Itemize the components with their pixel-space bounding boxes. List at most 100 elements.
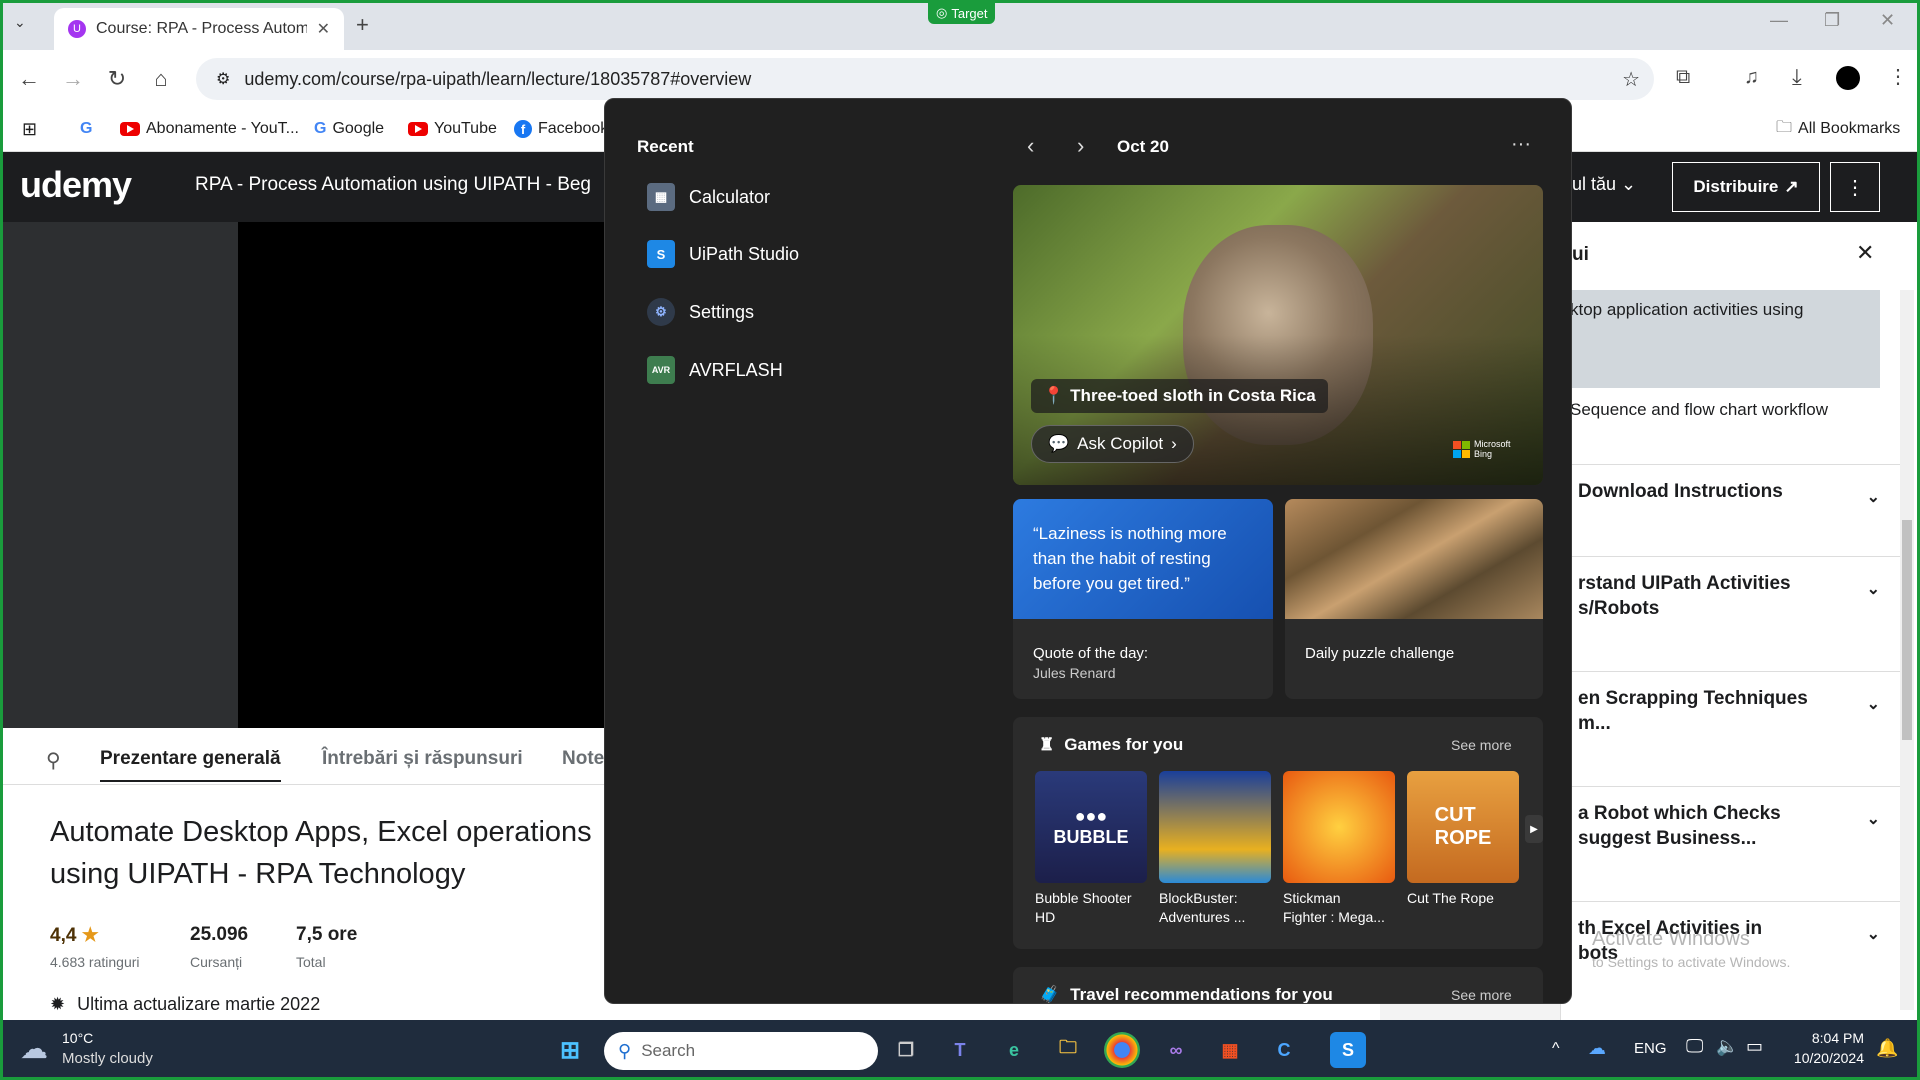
quote-card[interactable]: “Laziness is nothing more than the habit…	[1013, 499, 1273, 699]
close-window-icon[interactable]: ✕	[1880, 10, 1895, 31]
clock-time[interactable]: 8:04 PM	[1784, 1030, 1864, 1046]
sidebar-lecture-label[interactable]: Sequence and flow chart workflow	[1570, 400, 1828, 420]
last-update: ✹ Ultima actualizare martie 2022	[50, 994, 321, 1014]
recent-app-calculator[interactable]: ▦ Calculator	[647, 183, 770, 211]
next-date-icon[interactable]: ›	[1077, 133, 1084, 159]
youtube-icon	[408, 122, 428, 136]
google-icon[interactable]: G	[80, 116, 92, 142]
weather-temperature[interactable]: 10°C	[62, 1030, 93, 1046]
share-button[interactable]: Distribuire ↗	[1672, 162, 1820, 212]
minimize-icon[interactable]: —	[1770, 10, 1788, 31]
tab-qa[interactable]: Întrebări și răspunsuri	[322, 748, 523, 770]
back-icon[interactable]: ←	[14, 66, 44, 92]
taskbar-search[interactable]: ⚲ Search	[604, 1032, 878, 1070]
cloudy-weather-icon[interactable]: ☁	[20, 1032, 48, 1065]
home-icon[interactable]: ⌂	[146, 66, 176, 92]
bookmark-star-icon[interactable]: ☆	[1622, 67, 1640, 92]
maximize-icon[interactable]: ❐	[1824, 10, 1840, 31]
recent-app-settings[interactable]: ⚙ Settings	[647, 298, 754, 326]
more-options-icon[interactable]: ⋮	[1830, 162, 1880, 212]
onedrive-icon[interactable]: ☁	[1588, 1038, 1606, 1059]
language-indicator[interactable]: ENG	[1634, 1040, 1667, 1057]
recent-app-uipath[interactable]: S UiPath Studio	[647, 240, 799, 268]
extensions-icon[interactable]: ⧉	[1676, 66, 1690, 89]
course-headline-line2: using UIPATH - RPA Technology	[50, 858, 466, 890]
section-header[interactable]: rstand UIPath Activities s/Robots ⌄	[1560, 556, 1900, 671]
network-icon[interactable]: 🖵	[1686, 1036, 1703, 1057]
section-header[interactable]: a Robot which Checks suggest Business...…	[1560, 786, 1900, 901]
recent-heading: Recent	[637, 137, 694, 156]
games-see-more-link[interactable]: See more	[1451, 737, 1512, 753]
tab-overview[interactable]: Prezentare generală	[100, 748, 281, 782]
app-c-icon[interactable]: C	[1266, 1032, 1302, 1068]
forward-icon[interactable]: →	[58, 66, 88, 92]
folder-icon: 🗀	[1776, 118, 1793, 136]
weather-condition[interactable]: Mostly cloudy	[62, 1050, 153, 1067]
apps-grid-icon[interactable]: ⊞	[22, 116, 37, 142]
bookmark-item[interactable]: YouTube	[408, 116, 497, 142]
media-control-icon[interactable]: ♫	[1744, 66, 1759, 89]
microsoft-store-icon[interactable]: ▦	[1212, 1032, 1248, 1068]
sidebar-lecture-label[interactable]: ktop application activities using	[1570, 300, 1803, 320]
games-header: ♜ Games for you	[1039, 735, 1184, 754]
scrollbar-thumb[interactable]	[1902, 520, 1912, 740]
windows-start-icon[interactable]: ⊞	[552, 1032, 588, 1068]
notifications-bell-icon[interactable]: 🔔	[1876, 1038, 1898, 1059]
teams-icon[interactable]: T	[942, 1032, 978, 1068]
travel-header: 🧳 Travel recommendations for you	[1039, 985, 1333, 1004]
activate-windows-subtitle: to Settings to activate Windows.	[1592, 954, 1791, 970]
bookmark-item[interactable]: G Google	[314, 116, 384, 142]
file-explorer-icon[interactable]: 🗀	[1050, 1032, 1086, 1068]
chrome-icon[interactable]	[1104, 1032, 1140, 1068]
bookmark-item[interactable]: Abonamente - YouT...	[120, 116, 299, 142]
volume-icon[interactable]: 🔈	[1716, 1036, 1738, 1057]
more-options-icon[interactable]: ···	[1511, 133, 1531, 156]
all-bookmarks[interactable]: 🗀 All Bookmarks	[1776, 116, 1900, 142]
progress-dropdown[interactable]: ul tău ⌄	[1572, 174, 1636, 195]
search-icon: ⚲	[618, 1040, 632, 1061]
course-headline: Automate Desktop Apps, Excel operations	[50, 816, 592, 848]
task-view-icon[interactable]: ❐	[888, 1032, 924, 1068]
bookmark-item[interactable]: f Facebook	[514, 116, 608, 142]
edge-icon[interactable]: e	[996, 1032, 1032, 1068]
game-tile-stickman[interactable]	[1283, 771, 1395, 883]
travel-see-more-link[interactable]: See more	[1451, 987, 1512, 1003]
address-bar[interactable]: ⚙ udemy.com/course/rpa-uipath/learn/lect…	[196, 58, 1654, 100]
tab-udemy-course[interactable]: U Course: RPA - Process Automat ✕	[54, 8, 344, 50]
close-tab-icon[interactable]: ✕	[317, 19, 330, 39]
share-arrow-icon: ↗	[1784, 177, 1799, 196]
recent-app-avrflash[interactable]: AVR AVRFLASH	[647, 356, 783, 384]
google-icon: G	[314, 120, 327, 137]
section-header[interactable]: en Scrapping Techniques m... ⌄	[1560, 671, 1900, 786]
game-tile-bubble-shooter[interactable]: ●●● BUBBLE	[1035, 771, 1147, 883]
quote-label: Quote of the day:	[1033, 645, 1149, 662]
battery-icon[interactable]: ▭	[1746, 1036, 1763, 1057]
chess-piece-icon: ♜	[1039, 735, 1055, 754]
tab-notes[interactable]: Note	[562, 748, 604, 770]
game-tile-blockbuster[interactable]	[1159, 771, 1271, 883]
download-icon[interactable]: ⤓	[1792, 64, 1802, 90]
ask-copilot-button[interactable]: 💬 Ask Copilot ›	[1031, 425, 1194, 463]
game-tile-cut-the-rope[interactable]: CUT ROPE	[1407, 771, 1519, 883]
udemy-logo[interactable]: udemy	[20, 164, 132, 206]
profile-avatar[interactable]	[1836, 66, 1860, 90]
hero-caption[interactable]: 📍 Three-toed sloth in Costa Rica	[1031, 379, 1328, 413]
visual-studio-icon[interactable]: ∞	[1158, 1032, 1194, 1068]
search-icon[interactable]: ⚲	[46, 748, 61, 773]
site-info-icon[interactable]: ⚙	[216, 69, 230, 89]
clock-date[interactable]: 10/20/2024	[1784, 1050, 1864, 1066]
section-header[interactable]: Download Instructions ⌄	[1560, 464, 1900, 556]
menu-kebab-icon[interactable]: ⋮	[1888, 64, 1908, 89]
new-tab-button[interactable]: +	[356, 12, 369, 38]
show-hidden-icons[interactable]: ^	[1552, 1040, 1560, 1058]
prev-date-icon[interactable]: ‹	[1027, 133, 1034, 159]
game-title: Cut The Rope	[1407, 890, 1494, 906]
uipath-taskbar-icon[interactable]: S	[1330, 1032, 1366, 1068]
close-sidebar-icon[interactable]: ✕	[1856, 240, 1874, 266]
games-next-icon[interactable]: ▶	[1525, 815, 1543, 843]
reload-icon[interactable]: ↻	[102, 66, 132, 92]
hero-image-card[interactable]: 📍 Three-toed sloth in Costa Rica 💬 Ask Cop…	[1013, 185, 1543, 485]
hours-label: Total	[296, 954, 326, 970]
puzzle-card[interactable]: Daily puzzle challenge	[1285, 499, 1543, 699]
tab-list-chevron-icon[interactable]: ⌄	[14, 14, 26, 31]
